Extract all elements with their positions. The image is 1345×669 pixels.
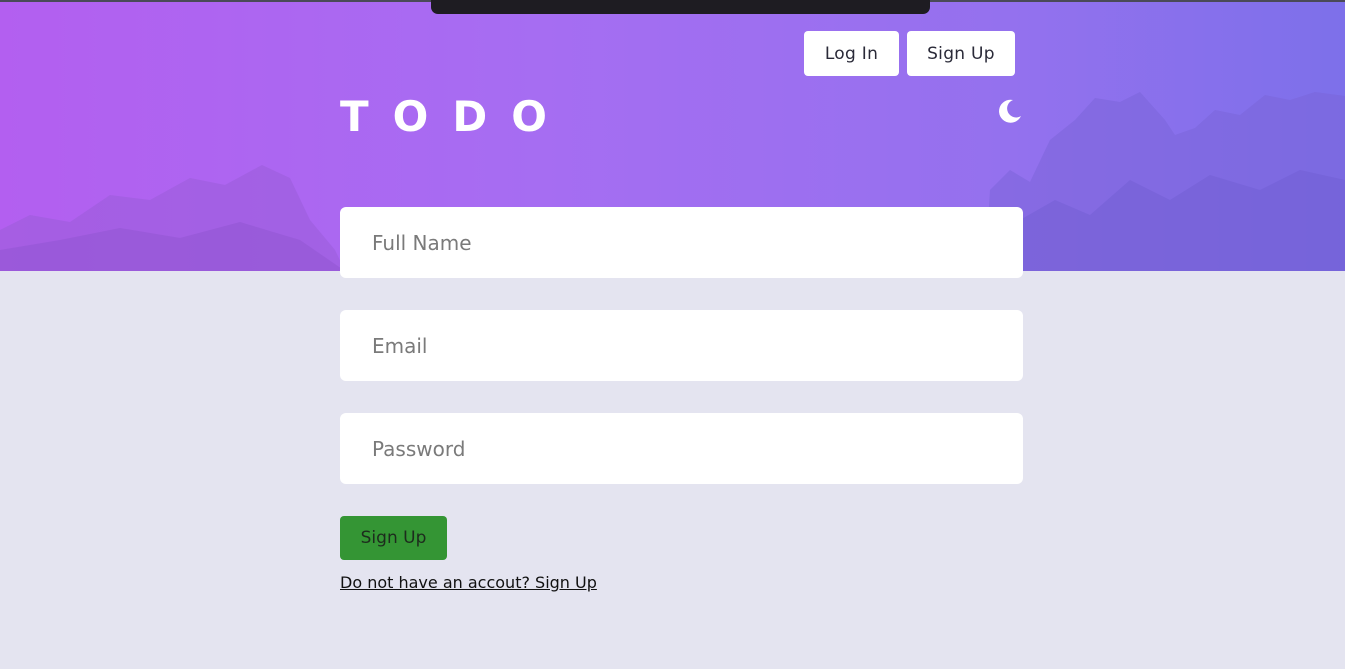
signup-page: Log In Sign Up TODO Sign Up Do not have … (0, 0, 1345, 669)
login-button[interactable]: Log In (804, 31, 899, 76)
password-input[interactable] (340, 413, 1023, 484)
signup-submit-button[interactable]: Sign Up (340, 516, 447, 560)
theme-toggle-button[interactable] (994, 96, 1024, 126)
full-name-input[interactable] (340, 207, 1023, 278)
moon-icon (999, 99, 1021, 123)
email-input[interactable] (340, 310, 1023, 381)
signup-nav-button[interactable]: Sign Up (907, 31, 1015, 76)
camera-notch (431, 0, 930, 14)
switch-auth-link[interactable]: Do not have an accout? Sign Up (340, 573, 597, 592)
brand-title: TODO (340, 92, 571, 141)
